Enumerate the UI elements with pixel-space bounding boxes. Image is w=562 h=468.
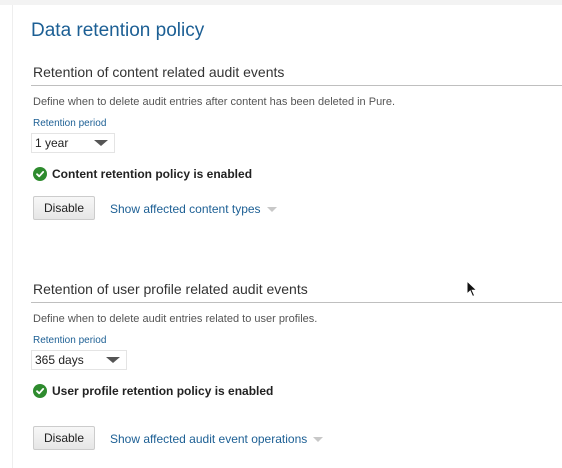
show-affected-content-types-link[interactable]: Show affected content types — [110, 202, 277, 216]
content-section-title: Retention of content related audit event… — [33, 64, 285, 80]
user-retention-period-label: Retention period — [33, 335, 107, 346]
user-section-title: Retention of user profile related audit … — [33, 281, 308, 297]
content-retention-status: Content retention policy is enabled — [33, 167, 252, 181]
top-strip — [0, 0, 562, 5]
chevron-down-icon — [94, 140, 108, 146]
content-retention-period-select[interactable]: 1 year — [31, 133, 115, 153]
user-section-description: Define when to delete audit entries rela… — [33, 313, 318, 325]
check-circle-icon — [33, 167, 47, 181]
chevron-down-icon — [106, 357, 120, 363]
user-retention-status: User profile retention policy is enabled — [33, 384, 273, 398]
check-circle-icon — [33, 384, 47, 398]
chevron-down-icon — [266, 206, 277, 212]
content-retention-period-value: 1 year — [35, 136, 69, 150]
show-affected-audit-event-operations-link[interactable]: Show affected audit event operations — [110, 432, 324, 446]
content-section-description: Define when to delete audit entries afte… — [33, 96, 396, 108]
page-title: Data retention policy — [31, 20, 205, 41]
mouse-pointer-icon — [466, 280, 478, 298]
show-affected-audit-event-operations-label: Show affected audit event operations — [110, 432, 308, 446]
page: Data retention policy Retention of conte… — [0, 0, 562, 468]
user-profile-retention-section: Retention of user profile related audit … — [31, 281, 562, 451]
user-section-divider — [31, 302, 562, 303]
content-retention-section: Retention of content related audit event… — [31, 64, 562, 224]
user-retention-period-select[interactable]: 365 days — [31, 350, 127, 370]
content-retention-status-text: Content retention policy is enabled — [52, 167, 253, 181]
chevron-down-icon — [313, 436, 324, 442]
show-affected-content-types-label: Show affected content types — [110, 202, 261, 216]
user-retention-status-text: User profile retention policy is enabled — [52, 384, 274, 398]
content-disable-button[interactable]: Disable — [33, 196, 96, 220]
user-disable-button[interactable]: Disable — [33, 426, 96, 450]
left-divider — [12, 5, 13, 468]
content-section-divider — [31, 85, 562, 86]
user-retention-period-value: 365 days — [35, 353, 84, 367]
content-retention-period-label: Retention period — [33, 118, 107, 129]
